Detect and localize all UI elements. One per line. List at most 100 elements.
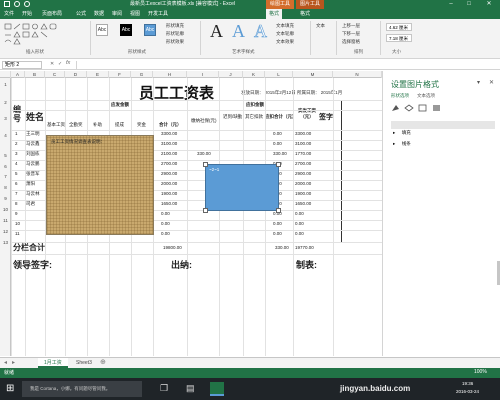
overlay-text[interactable]: 员工工资情况调查表说明： [51, 139, 105, 145]
sheet-tab-active[interactable]: 1月工资 [38, 358, 68, 368]
add-sheet-icon[interactable]: ⊕ [100, 358, 106, 366]
row-header[interactable]: 10 [0, 207, 11, 212]
row-header[interactable]: 12 [0, 229, 11, 234]
insert-function-icon[interactable]: fx [66, 60, 70, 66]
shape-fill-button[interactable]: 形状填充 [166, 23, 184, 29]
tab-file[interactable]: 文件 [4, 9, 14, 19]
subheader-total[interactable]: 合计（元） [159, 122, 182, 128]
payable-total[interactable]: 3100.00 [161, 141, 177, 146]
enter-icon[interactable]: ✓ [58, 61, 62, 67]
insurance-value[interactable]: 330.00 [197, 151, 211, 156]
subheader-insurance[interactable]: 缴纳社保(元) [191, 118, 217, 124]
row-header[interactable]: 9 [0, 196, 11, 201]
pane-close-icon[interactable]: ✕ [489, 79, 494, 86]
close-icon[interactable]: ✕ [482, 0, 496, 9]
column-header[interactable]: M [293, 71, 333, 78]
employee-name[interactable]: 王三明 [26, 131, 40, 137]
subtotal-label[interactable]: 分栏合计 [13, 242, 45, 253]
deduct-total[interactable]: 0.00 [273, 141, 282, 146]
column-header[interactable]: F [109, 71, 131, 78]
minimize-icon[interactable]: – [444, 0, 458, 9]
tab-formulas[interactable]: 公式 [76, 9, 86, 19]
wordart-style-1[interactable]: A [210, 22, 223, 40]
column-header[interactable]: H [153, 71, 187, 78]
cashier-label[interactable]: 出纳: [171, 258, 192, 271]
text-effect-button[interactable]: 文本效果 [276, 39, 294, 45]
employee-name[interactable]: 马云鑫 [26, 141, 40, 147]
subheader-late[interactable]: 迟到/缺勤 [223, 114, 242, 120]
payable-total[interactable]: 0.00 [161, 231, 170, 236]
maximize-icon[interactable]: □ [462, 0, 476, 9]
payable-total[interactable]: 1650.00 [161, 201, 177, 206]
text-fill-button[interactable]: 文本填充 [276, 23, 294, 29]
pane-section-line[interactable]: ▸ 线条 [391, 132, 495, 146]
subheader-other[interactable]: 其它扣款 [245, 114, 263, 120]
task-view-icon[interactable]: ❐ [160, 383, 168, 394]
pane-tab-shape-options[interactable]: 形状选项 [391, 93, 409, 99]
tab-format-drawing[interactable]: 格式 [266, 9, 283, 19]
employee-name[interactable]: 马云林 [26, 191, 40, 197]
actual-pay[interactable]: 2000.00 [295, 181, 311, 186]
column-header[interactable]: B [25, 71, 45, 78]
tab-format-picture[interactable]: 格式 [300, 9, 310, 19]
header-name[interactable]: 姓名 [26, 110, 44, 123]
actual-pay[interactable]: 1770.00 [295, 151, 311, 156]
resize-handle[interactable] [276, 208, 281, 213]
tab-page-layout[interactable]: 页面布局 [42, 9, 62, 19]
row-number[interactable]: 11 [15, 231, 20, 236]
worksheet-grid[interactable]: 员工工资表 发放日期： 2015年2月12日 所属日期： 2015年1月 编号 … [11, 78, 382, 356]
pane-options-icon[interactable]: ▾ [477, 79, 480, 86]
issue-date[interactable]: 发放日期： 2015年2月12日 所属日期： 2015年1月 [241, 90, 342, 96]
shape-style-3[interactable]: Abc [144, 24, 156, 36]
subheader-commission[interactable]: 提成 [115, 122, 124, 128]
actual-pay[interactable]: 1900.00 [295, 191, 311, 196]
subtotal-value[interactable]: 19800.00 [163, 245, 182, 250]
deduct-total[interactable]: 0.00 [273, 231, 282, 236]
wordart-style-3[interactable]: A [254, 22, 268, 41]
pane-category-icons[interactable] [391, 103, 451, 113]
subheader-bonus[interactable]: 奖金 [137, 122, 146, 128]
actual-pay[interactable]: 3100.00 [295, 141, 311, 146]
employee-name[interactable]: 马云鹏 [26, 161, 40, 167]
employee-name[interactable]: 刘国栋 [26, 151, 40, 157]
row-number[interactable]: 2 [15, 141, 18, 146]
bring-forward-button[interactable]: 上移一层 [342, 23, 360, 29]
row-header[interactable]: 8 [0, 185, 11, 190]
burlap-textured-shape[interactable]: 员工工资情况调查表说明： [46, 135, 154, 235]
text-direction-button[interactable]: 文本 [316, 23, 325, 29]
row-number[interactable]: 3 [15, 151, 18, 156]
maker-label[interactable]: 制表: [296, 258, 317, 271]
row-number[interactable]: 5 [15, 171, 18, 176]
row-header[interactable]: 1 [0, 82, 11, 87]
redo-icon[interactable] [24, 1, 30, 7]
subheader-deduct-total[interactable]: 应扣合计（元） [265, 114, 297, 120]
header-sign[interactable]: 签字 [319, 112, 333, 122]
subtotal-deduct[interactable]: 330.00 [275, 245, 289, 250]
pane-tab-text-options[interactable]: 文本选项 [417, 93, 435, 99]
column-header[interactable]: D [65, 71, 87, 78]
row-header[interactable]: 13 [0, 240, 11, 245]
formula-input[interactable] [76, 61, 496, 69]
employee-name[interactable]: 张晋军 [26, 171, 40, 177]
resize-handle[interactable] [276, 162, 281, 167]
row-number[interactable]: 1 [15, 131, 18, 136]
shape-effect-button[interactable]: 形状效果 [166, 39, 184, 45]
shape-style-2[interactable]: Abc [120, 24, 132, 36]
payable-total[interactable]: 3300.00 [161, 131, 177, 136]
actual-pay[interactable]: 2700.00 [295, 161, 311, 166]
shape-style-1[interactable]: Abc [96, 24, 108, 36]
resize-handle[interactable] [203, 208, 208, 213]
wordart-style-2[interactable]: A [232, 22, 245, 40]
row-header[interactable]: 11 [0, 218, 11, 223]
zoom-level[interactable]: 100% [474, 369, 487, 375]
employee-name[interactable]: 司君 [26, 201, 35, 207]
column-header[interactable]: G [131, 71, 153, 78]
payable-total[interactable]: 2700.00 [161, 161, 177, 166]
payable-total[interactable]: 2100.00 [161, 151, 177, 156]
row-number[interactable]: 9 [15, 211, 18, 216]
column-header[interactable]: L [265, 71, 293, 78]
cortana-search-box[interactable]: 我是 Cortana，小娜。有问题尽管问我。 [22, 381, 142, 397]
row-header[interactable]: 4 [0, 133, 11, 138]
row-number[interactable]: 8 [15, 201, 18, 206]
name-box[interactable]: 矩形 2 [2, 61, 42, 69]
